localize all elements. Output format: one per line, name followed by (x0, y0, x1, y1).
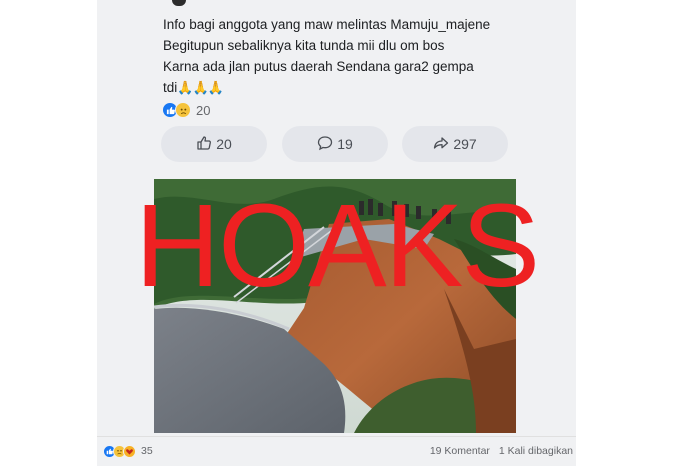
comment-total[interactable]: 19 Komentar (430, 445, 490, 457)
comment-count: 19 (337, 136, 353, 152)
share-count: 297 (453, 136, 477, 152)
post-footer: 35 19 Komentar 1 Kali dibagikan (103, 443, 573, 459)
comment-bubble-icon (317, 135, 337, 154)
share-arrow-icon (433, 135, 453, 154)
footer-stats: 19 Komentar 1 Kali dibagikan (424, 445, 573, 457)
post-text-line: tdi🙏🙏🙏 (163, 77, 563, 98)
thumbs-up-icon (196, 135, 216, 154)
comment-button[interactable]: 19 (282, 126, 388, 162)
hoax-stamp: HOAKS (134, 180, 540, 312)
post-reactions-summary[interactable]: 20 (162, 101, 210, 119)
post-text-line: Info bagi anggota yang maw melintas Mamu… (163, 17, 491, 32)
post-text-word: tdi (163, 80, 178, 95)
like-button[interactable]: 20 (161, 126, 267, 162)
footer-divider (97, 436, 576, 437)
post-text: Info bagi anggota yang maw melintas Mamu… (163, 14, 563, 98)
sad-reaction-icon (175, 102, 191, 118)
reaction-count: 20 (196, 102, 211, 118)
share-button[interactable]: 297 (402, 126, 508, 162)
care-reaction-icon (123, 444, 136, 458)
footer-reaction-count: 35 (141, 445, 153, 457)
praying-hands-emoji: 🙏🙏🙏 (177, 80, 224, 95)
post-text-line: Begitupun sebaliknya kita tunda mii dlu … (163, 38, 445, 53)
footer-reactions[interactable]: 35 (103, 444, 153, 458)
like-count: 20 (216, 136, 232, 152)
post-text-line: Karna ada jlan putus daerah Sendana gara… (163, 59, 474, 74)
share-total[interactable]: 1 Kali dibagikan (499, 445, 573, 457)
